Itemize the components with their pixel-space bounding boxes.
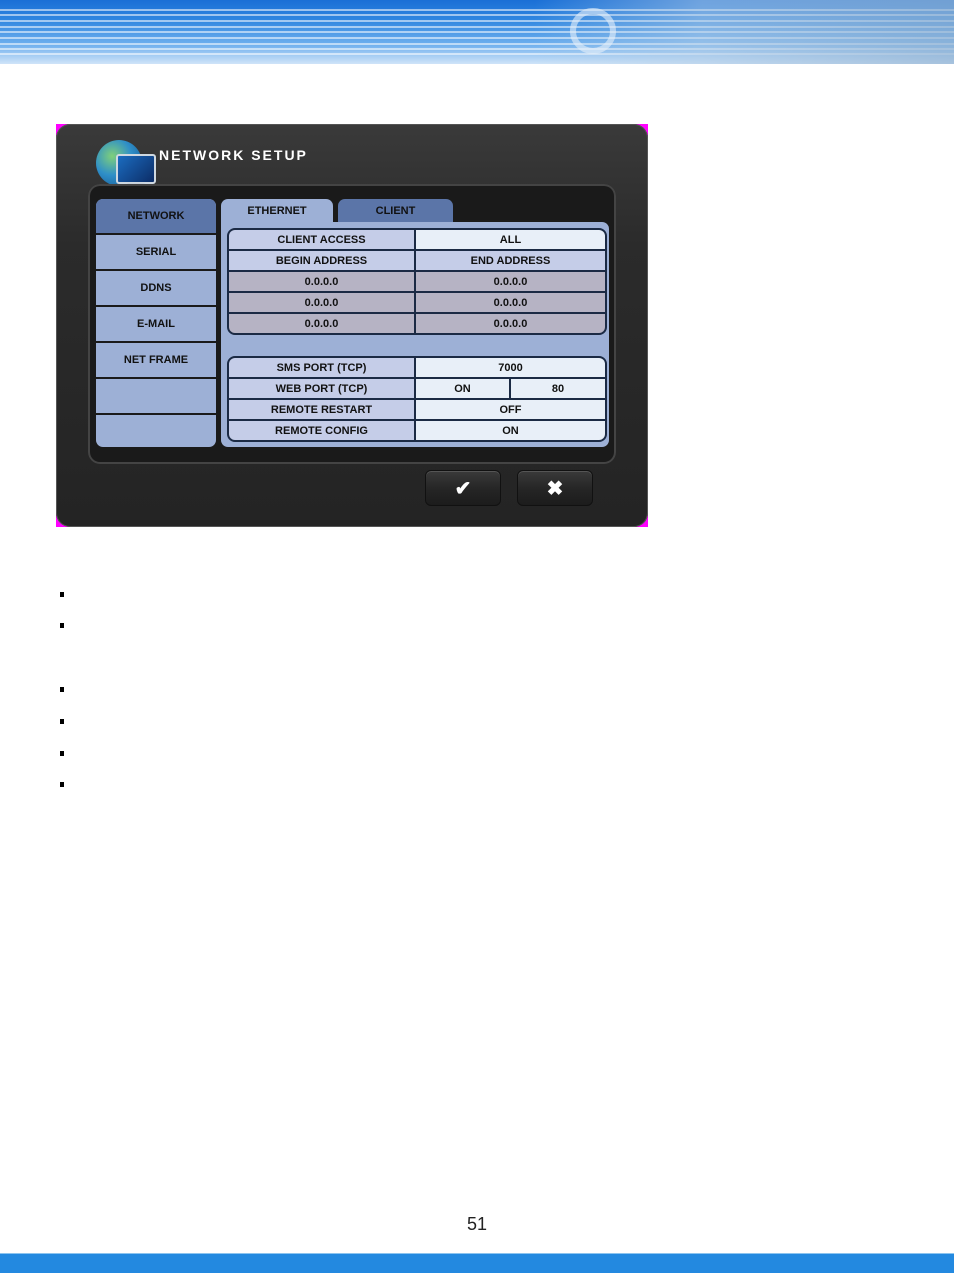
port-settings-grid: SMS PORT (TCP) 7000 WEB PORT (TCP) ON 80…: [227, 356, 607, 442]
web-port-label: WEB PORT (TCP): [229, 379, 414, 398]
sidebar-menu: NETWORK SERIAL DDNS E-MAIL NET FRAME: [96, 199, 216, 447]
remote-restart-row: REMOTE RESTART OFF: [229, 400, 605, 419]
begin-address-header: BEGIN ADDRESS: [229, 251, 414, 270]
sidebar-item-network[interactable]: NETWORK: [96, 199, 216, 235]
bullet-marker: [60, 751, 64, 756]
address-row: 0.0.0.0 0.0.0.0: [229, 272, 605, 291]
address-row: 0.0.0.0 0.0.0.0: [229, 293, 605, 312]
web-port-row: WEB PORT (TCP) ON 80: [229, 379, 605, 398]
cancel-button[interactable]: ✖: [517, 470, 593, 506]
bullet-marker: [60, 592, 64, 597]
end-address-header: END ADDRESS: [416, 251, 605, 270]
page-number: 51: [466, 1214, 488, 1234]
remote-config-label: REMOTE CONFIG: [229, 421, 414, 440]
bullet-marker: [60, 623, 64, 628]
address-grid: CLIENT ACCESS ALL BEGIN ADDRESS END ADDR…: [227, 228, 607, 335]
end-address-field[interactable]: 0.0.0.0: [416, 293, 605, 312]
camera-graphic: [570, 8, 616, 54]
remote-restart-toggle[interactable]: OFF: [416, 400, 605, 419]
end-address-field[interactable]: 0.0.0.0: [416, 272, 605, 291]
begin-address-field[interactable]: 0.0.0.0: [229, 293, 414, 312]
client-access-label: CLIENT ACCESS: [229, 230, 414, 249]
dialog-title: NETWORK SETUP: [159, 147, 308, 163]
remote-config-row: REMOTE CONFIG ON: [229, 421, 605, 440]
begin-address-field[interactable]: 0.0.0.0: [229, 272, 414, 291]
sidebar-item-net-frame[interactable]: NET FRAME: [96, 343, 216, 379]
remote-config-toggle[interactable]: ON: [416, 421, 605, 440]
tab-ethernet[interactable]: ETHERNET: [221, 199, 333, 223]
close-icon: ✖: [546, 477, 564, 500]
bullet-marker: [60, 719, 64, 724]
client-access-select[interactable]: ALL: [416, 230, 605, 249]
sms-port-label: SMS PORT (TCP): [229, 358, 414, 377]
monitor-icon: [116, 154, 156, 184]
client-panel: CLIENT ACCESS ALL BEGIN ADDRESS END ADDR…: [221, 222, 609, 447]
sms-port-row: SMS PORT (TCP) 7000: [229, 358, 605, 377]
header-banner: [0, 0, 954, 64]
network-setup-screenshot: NETWORK SETUP NETWORK SERIAL DDNS E-MAIL…: [56, 124, 648, 527]
remote-restart-label: REMOTE RESTART: [229, 400, 414, 419]
begin-address-field[interactable]: 0.0.0.0: [229, 314, 414, 333]
sidebar-item-empty[interactable]: [96, 379, 216, 415]
confirm-button[interactable]: ✔: [425, 470, 501, 506]
footer-bar: [0, 1253, 954, 1273]
web-port-field[interactable]: 80: [511, 379, 605, 398]
checkmark-icon: ✔: [454, 477, 472, 500]
tab-client[interactable]: CLIENT: [338, 199, 453, 223]
network-setup-dialog: NETWORK SETUP NETWORK SERIAL DDNS E-MAIL…: [56, 124, 648, 527]
client-access-row: CLIENT ACCESS ALL: [229, 230, 605, 249]
sms-port-field[interactable]: 7000: [416, 358, 605, 377]
bullet-marker: [60, 782, 64, 787]
end-address-field[interactable]: 0.0.0.0: [416, 314, 605, 333]
sidebar-item-empty[interactable]: [96, 415, 216, 447]
bullet-marker: [60, 687, 64, 692]
web-port-toggle[interactable]: ON: [416, 379, 509, 398]
sidebar-item-ddns[interactable]: DDNS: [96, 271, 216, 307]
sidebar-item-serial[interactable]: SERIAL: [96, 235, 216, 271]
address-header-row: BEGIN ADDRESS END ADDRESS: [229, 251, 605, 270]
address-row: 0.0.0.0 0.0.0.0: [229, 314, 605, 333]
sidebar-item-email[interactable]: E-MAIL: [96, 307, 216, 343]
